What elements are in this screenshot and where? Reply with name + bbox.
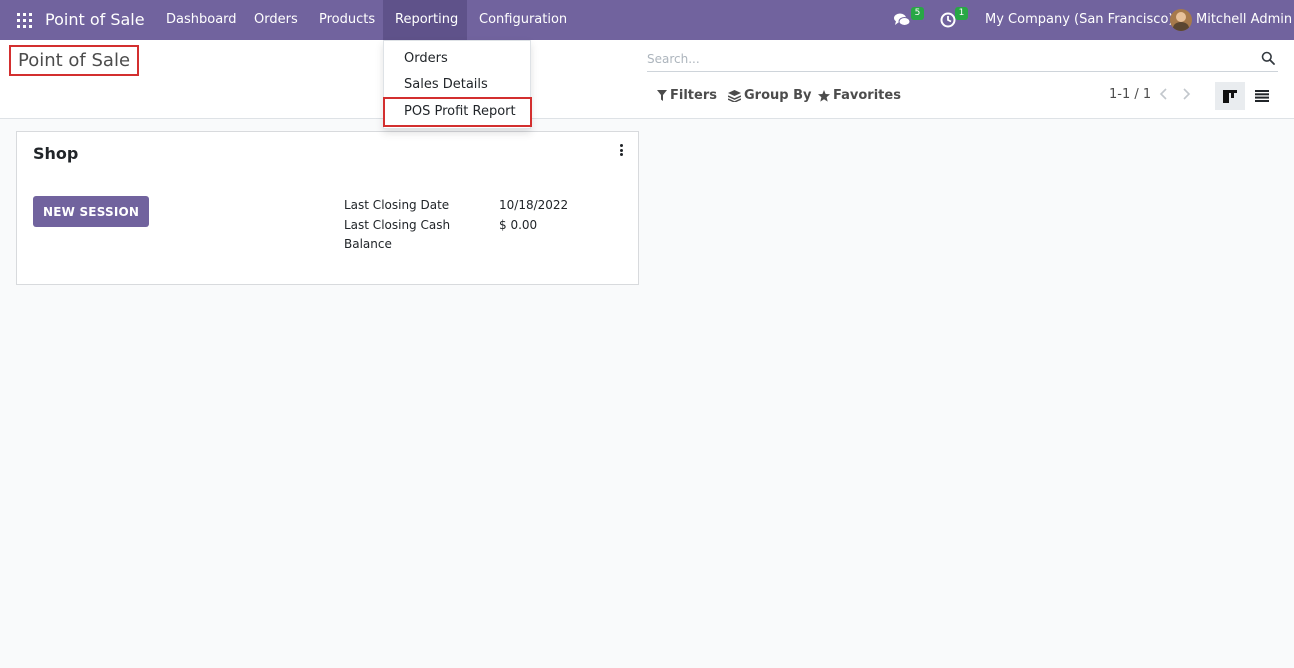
pager-value[interactable]: 1-1 / 1 <box>1109 87 1151 102</box>
new-session-button[interactable]: NEW SESSION <box>33 196 150 227</box>
favorites-label: Favorites <box>833 88 901 103</box>
group-by-label: Group By <box>744 88 812 103</box>
filters-label: Filters <box>670 88 717 103</box>
filter-icon <box>657 90 667 101</box>
card-options-icon[interactable] <box>620 144 624 156</box>
nav-item-orders[interactable]: Orders <box>242 0 310 40</box>
last-closing-cash-label-line2: Balance <box>344 237 392 251</box>
last-closing-cash-label: Last Closing Cash <box>344 218 451 232</box>
kanban-icon <box>1223 89 1237 103</box>
layers-icon <box>728 89 741 102</box>
nav-item-reporting[interactable]: Reporting <box>383 0 467 40</box>
user-avatar[interactable] <box>1170 9 1192 31</box>
activities-badge: 1 <box>955 7 968 20</box>
kanban-view-button[interactable] <box>1215 82 1245 110</box>
reporting-dropdown-menu: Orders Sales Details POS Profit Report <box>383 40 532 129</box>
nav-item-configuration[interactable]: Configuration <box>467 0 579 40</box>
pager-previous-icon[interactable] <box>1158 87 1170 101</box>
menu-item-pos-profit-report[interactable]: POS Profit Report <box>383 97 532 127</box>
menu-item-sales-details[interactable]: Sales Details <box>404 77 488 92</box>
search-icon[interactable] <box>1261 51 1275 65</box>
nav-item-products[interactable]: Products <box>307 0 387 40</box>
user-menu[interactable]: Mitchell Admin <box>1196 12 1292 27</box>
control-panel: Point of Sale Filters Group By Favorites… <box>0 40 1294 119</box>
filters-button[interactable]: Filters <box>657 88 717 103</box>
top-navbar: Point of Sale Dashboard Orders Products … <box>0 0 1294 40</box>
page-title: Point of Sale <box>9 45 140 76</box>
last-closing-date-label: Last Closing Date <box>344 198 450 212</box>
messages-badge: 5 <box>911 7 924 20</box>
list-icon <box>1255 90 1269 102</box>
group-by-button[interactable]: Group By <box>728 88 811 103</box>
last-closing-date-value: 10/18/2022 <box>499 198 569 212</box>
nav-item-dashboard[interactable]: Dashboard <box>154 0 249 40</box>
apps-menu-icon[interactable] <box>17 13 32 28</box>
company-switcher[interactable]: My Company (San Francisco) <box>985 12 1173 27</box>
menu-item-orders[interactable]: Orders <box>404 51 448 66</box>
pager-next-icon[interactable] <box>1180 87 1192 101</box>
list-view-button[interactable] <box>1247 82 1277 110</box>
search-input[interactable] <box>647 48 1247 70</box>
search-bar <box>647 48 1278 72</box>
card-title: Shop <box>33 144 79 163</box>
star-icon <box>818 89 830 102</box>
pos-config-card: Shop NEW SESSION Last Closing Date 10/18… <box>16 131 639 285</box>
app-brand[interactable]: Point of Sale <box>45 10 145 29</box>
messages-icon[interactable] <box>893 11 911 29</box>
favorites-button[interactable]: Favorites <box>818 88 901 103</box>
last-closing-cash-value: $ 0.00 <box>499 218 538 232</box>
